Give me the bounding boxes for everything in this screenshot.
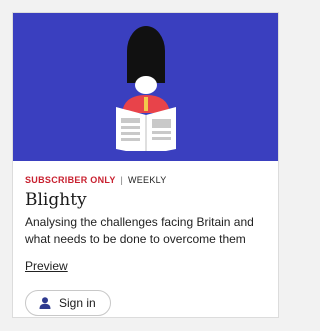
sign-in-label: Sign in	[59, 296, 96, 310]
subscriber-only-badge: SUBSCRIBER ONLY	[25, 175, 116, 185]
newsletter-title[interactable]: Blighty	[25, 190, 87, 210]
royal-guard-newspaper-icon	[116, 26, 176, 151]
newsletter-card[interactable]: SUBSCRIBER ONLY | WEEKLY Blighty Analysi…	[12, 12, 279, 318]
sign-in-button[interactable]: Sign in	[25, 290, 111, 316]
person-icon	[39, 297, 51, 309]
newsletter-meta: SUBSCRIBER ONLY | WEEKLY	[25, 175, 167, 185]
newsletter-description: Analysing the challenges facing Britain …	[25, 215, 254, 246]
frequency-label: WEEKLY	[127, 175, 167, 185]
preview-link[interactable]: Preview	[25, 259, 68, 273]
hero-illustration	[13, 13, 278, 161]
meta-separator: |	[120, 175, 124, 185]
